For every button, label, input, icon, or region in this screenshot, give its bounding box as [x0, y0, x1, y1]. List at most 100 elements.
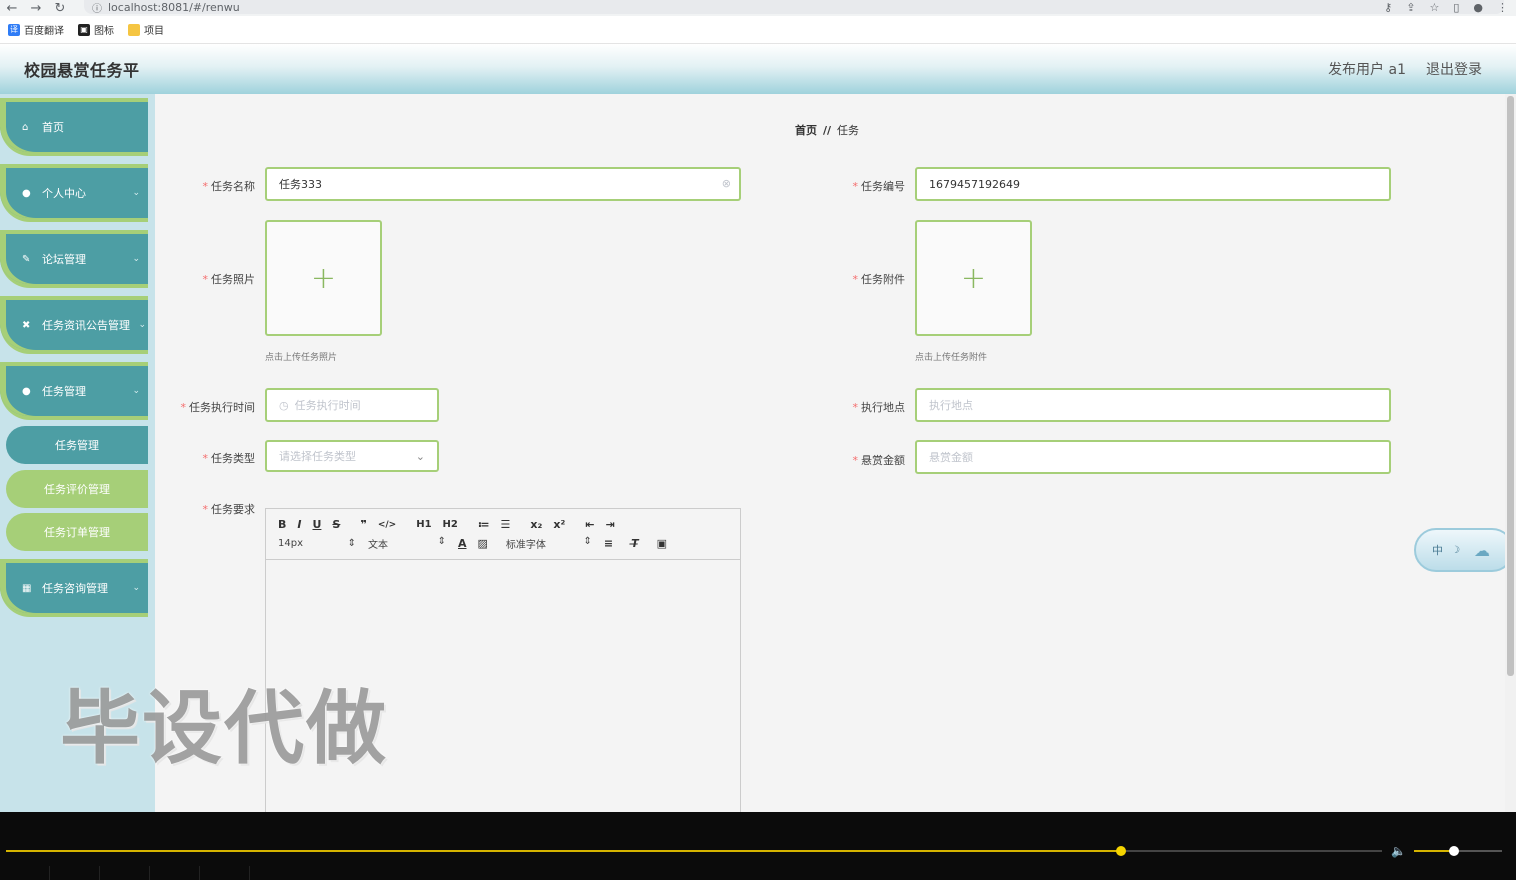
background-color-button[interactable]: ▨	[478, 537, 488, 550]
editor-toolbar-row2: 14px ⇕ 文本 ⇕ A ▨ 标准字体 ⇕ ≡ T̶ ▣	[266, 534, 740, 553]
task-no-field[interactable]	[915, 167, 1391, 201]
align-button[interactable]: ≡	[604, 537, 613, 550]
volume-slider[interactable]	[1414, 846, 1502, 856]
sidebar-subitem-task-manage[interactable]: 任务管理	[6, 426, 148, 464]
sidepanel-icon[interactable]: ▯	[1453, 1, 1459, 14]
chevron-down-icon: ⌄	[415, 449, 425, 463]
exec-place-field[interactable]	[915, 388, 1391, 422]
video-progress-bar[interactable]	[6, 846, 1382, 856]
strike-button[interactable]: S	[332, 518, 340, 531]
volume-icon[interactable]: 🔈	[1391, 844, 1406, 858]
ordered-list-button[interactable]: ≔	[478, 518, 490, 531]
task-type-select[interactable]: ⌄	[265, 440, 439, 472]
sidebar-subitem-task-review[interactable]: 任务评价管理	[6, 470, 148, 508]
volume-knob[interactable]	[1448, 846, 1459, 856]
bookmarks-bar: 译 百度翻译 ▣ 图标 项目	[0, 16, 1516, 44]
ticket-icon: ✖	[22, 319, 31, 331]
exec-time-field[interactable]: ◷	[265, 388, 439, 422]
quote-button[interactable]: ❞	[360, 518, 366, 531]
bold-button[interactable]: B	[278, 518, 286, 531]
key-icon[interactable]: ⚷	[1384, 1, 1392, 14]
block-format-select[interactable]: 文本 ⇕	[368, 536, 446, 551]
page-scrollbar[interactable]	[1505, 94, 1516, 812]
task-photo-upload[interactable]: +	[265, 220, 382, 336]
bullet-list-button[interactable]: ☰	[501, 518, 511, 531]
exec-place-input[interactable]	[929, 398, 1377, 412]
breadcrumb: 首页 // 任务	[795, 122, 859, 138]
logout-link[interactable]: 退出登录	[1426, 59, 1482, 79]
clear-format-button[interactable]: T̶	[631, 537, 639, 550]
task-photo-label: * 任务照片	[202, 273, 256, 286]
task-attachment-upload[interactable]: +	[915, 220, 1032, 336]
player-slot[interactable]	[0, 866, 50, 880]
sidebar-item-label: 论坛管理	[42, 253, 86, 266]
bookmark-label: 图标	[94, 26, 114, 37]
scrollbar-thumb[interactable]	[1507, 96, 1514, 676]
sidebar-item-home[interactable]: ⌂ 首页	[0, 98, 148, 156]
code-button[interactable]: </>	[378, 520, 396, 530]
bookmark-label: 百度翻译	[24, 26, 64, 37]
player-slot[interactable]	[50, 866, 100, 880]
player-slot[interactable]	[200, 866, 250, 880]
reload-icon[interactable]: ↻	[48, 1, 72, 16]
profile-icon[interactable]: ●	[1473, 1, 1483, 14]
volume-fill	[1414, 850, 1454, 852]
outdent-button[interactable]: ⇤	[585, 518, 594, 531]
font-size-select[interactable]: 14px ⇕	[278, 538, 356, 549]
sidebar-subitem-label: 任务订单管理	[44, 526, 110, 539]
underline-button[interactable]: U	[312, 518, 321, 531]
subscript-button[interactable]: x₂	[530, 518, 542, 531]
breadcrumb-home[interactable]: 首页	[795, 124, 817, 137]
player-slot[interactable]	[100, 866, 150, 880]
player-slot[interactable]	[150, 866, 200, 880]
video-player-bar: 🔈	[0, 812, 1516, 880]
clear-icon[interactable]: ⊗	[722, 177, 731, 190]
ime-widget[interactable]: 中 ☽ ☁	[1414, 528, 1514, 572]
exec-time-input[interactable]	[294, 398, 425, 412]
chevron-down-icon: ⌄	[132, 583, 140, 593]
exec-time-label: * 任务执行时间	[180, 401, 256, 414]
exec-place-label: * 执行地点	[852, 401, 906, 414]
task-type-input[interactable]	[279, 449, 416, 463]
sidebar-item-profile[interactable]: ● 个人中心 ⌄	[0, 164, 148, 222]
h1-button[interactable]: H1	[416, 519, 431, 530]
reward-input[interactable]	[929, 450, 1377, 464]
sidebar-item-news[interactable]: ✖ 任务资讯公告管理 ⌄	[0, 296, 148, 354]
sidebar-subitem-task-orders[interactable]: 任务订单管理	[6, 513, 148, 551]
more-icon[interactable]: ⋮	[1497, 1, 1508, 14]
star-icon[interactable]: ☆	[1429, 1, 1439, 14]
insert-image-button[interactable]: ▣	[657, 537, 667, 550]
indent-button[interactable]: ⇥	[605, 518, 614, 531]
bookmark-project[interactable]: 项目	[128, 22, 164, 37]
bookmark-translate[interactable]: 译 百度翻译	[8, 22, 64, 37]
font-family-select[interactable]: 标准字体 ⇕	[506, 536, 592, 551]
reward-field[interactable]	[915, 440, 1391, 474]
sidebar-item-consult[interactable]: ▦ 任务咨询管理 ⌄	[0, 559, 148, 617]
forward-icon[interactable]: →	[24, 1, 48, 16]
current-user: 发布用户 a1	[1328, 62, 1406, 78]
task-name-input[interactable]	[279, 177, 727, 191]
info-icon[interactable]: ⓘ	[92, 0, 102, 15]
task-name-field[interactable]: ⊗	[265, 167, 741, 201]
player-controls	[0, 866, 1516, 880]
bookmark-label: 项目	[144, 26, 164, 37]
sidebar-item-label: 首页	[42, 121, 64, 134]
sidebar-item-label: 任务咨询管理	[42, 582, 108, 595]
bookmark-icons[interactable]: ▣ 图标	[78, 22, 114, 37]
chevron-down-icon: ⌄	[132, 188, 140, 198]
share-icon[interactable]: ⇪	[1406, 1, 1415, 14]
back-icon[interactable]: ←	[0, 1, 24, 16]
sidebar-item-forum[interactable]: ✎ 论坛管理 ⌄	[0, 230, 148, 288]
video-progress-knob[interactable]	[1115, 846, 1126, 856]
sidebar-item-label: 任务管理	[42, 385, 86, 398]
italic-button[interactable]: I	[297, 518, 301, 531]
task-no-input[interactable]	[929, 177, 1377, 191]
font-color-button[interactable]: A	[458, 537, 467, 550]
address-bar[interactable]: ⓘ localhost:8081/#/renwu	[84, 0, 1504, 15]
grid-icon: ▦	[22, 582, 32, 594]
task-type-label: * 任务类型	[202, 452, 256, 465]
sidebar-item-tasks[interactable]: ● 任务管理 ⌄	[0, 362, 148, 420]
h2-button[interactable]: H2	[443, 519, 458, 530]
user-icon: ●	[22, 385, 31, 397]
superscript-button[interactable]: x²	[553, 518, 565, 531]
